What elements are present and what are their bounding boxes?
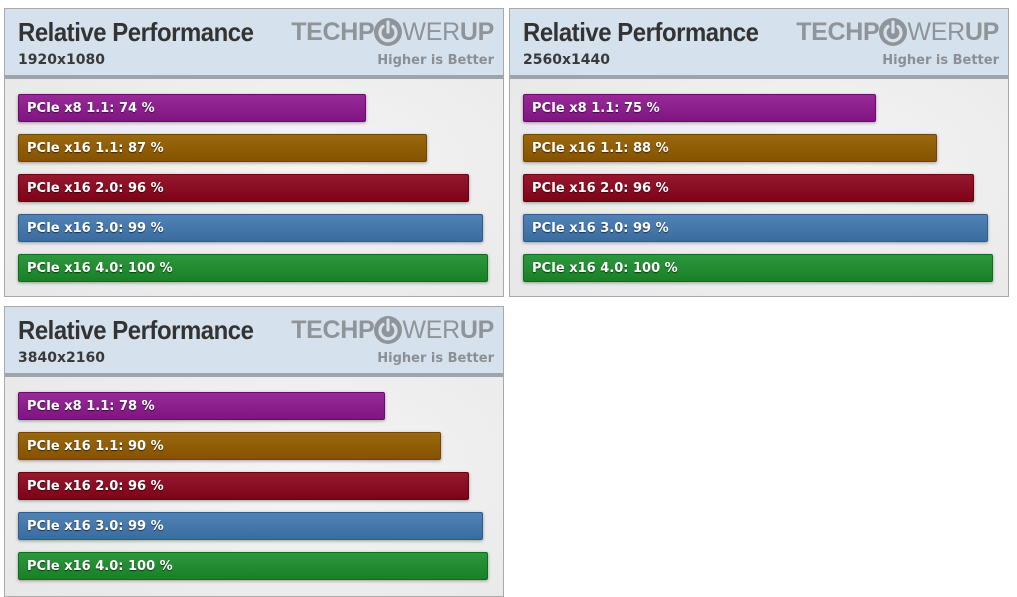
- logo-text-left: TECHP: [291, 17, 375, 46]
- logo-text-middle: WER: [402, 17, 460, 46]
- power-icon: [879, 18, 908, 46]
- bar-pcie-x16-4-0: PCIe x16 4.0: 100 %: [18, 254, 488, 282]
- bar-label: PCIe x16 1.1: 88 %: [532, 141, 669, 156]
- techpowerup-logo: TECHP WER UP: [291, 315, 494, 345]
- power-icon: [374, 18, 403, 46]
- chart-subtitle: 1920x1080: [18, 52, 105, 68]
- chart-header: Relative Performance 2560x1440 TECHP WER…: [510, 9, 1008, 79]
- bar-pcie-x16-2-0: PCIe x16 2.0: 96 %: [18, 472, 469, 500]
- bar-label: PCIe x16 2.0: 96 %: [27, 181, 164, 196]
- logo-text-end: UP: [459, 17, 494, 46]
- bar-label: PCIe x16 3.0: 99 %: [27, 519, 164, 534]
- chart-tagline: Higher is Better: [377, 53, 494, 68]
- chart-tagline: Higher is Better: [377, 351, 494, 366]
- bar-pcie-x16-3-0: PCIe x16 3.0: 99 %: [523, 214, 988, 242]
- techpowerup-logo: TECHP WER UP: [291, 17, 494, 47]
- chart-panel-1920x1080: Relative Performance 1920x1080 TECHP WER…: [4, 8, 504, 297]
- bar-pcie-x16-1-1: PCIe x16 1.1: 87 %: [18, 134, 427, 162]
- bar-pcie-x8-1-1: PCIe x8 1.1: 74 %: [18, 94, 366, 122]
- bar-label: PCIe x8 1.1: 78 %: [27, 399, 155, 414]
- bar-pcie-x8-1-1: PCIe x8 1.1: 75 %: [523, 94, 876, 122]
- bar-pcie-x8-1-1: PCIe x8 1.1: 78 %: [18, 392, 385, 420]
- bar-label: PCIe x8 1.1: 75 %: [532, 101, 660, 116]
- chart-title: Relative Performance: [18, 17, 254, 47]
- bar-pcie-x16-3-0: PCIe x16 3.0: 99 %: [18, 512, 483, 540]
- bar-label: PCIe x16 1.1: 90 %: [27, 439, 164, 454]
- bar-label: PCIe x16 2.0: 96 %: [27, 479, 164, 494]
- chart-title: Relative Performance: [18, 315, 254, 345]
- chart-title: Relative Performance: [523, 17, 759, 47]
- bar-label: PCIe x16 4.0: 100 %: [27, 559, 173, 574]
- bar-label: PCIe x16 1.1: 87 %: [27, 141, 164, 156]
- logo-text-left: TECHP: [291, 315, 375, 344]
- logo-text-middle: WER: [907, 17, 965, 46]
- logo-text-middle: WER: [402, 315, 460, 344]
- chart-panel-2560x1440: Relative Performance 2560x1440 TECHP WER…: [509, 8, 1009, 297]
- power-icon: [374, 316, 403, 344]
- chart-header: Relative Performance 1920x1080 TECHP WER…: [5, 9, 503, 79]
- bar-pcie-x16-1-1: PCIe x16 1.1: 88 %: [523, 134, 937, 162]
- chart-tagline: Higher is Better: [882, 53, 999, 68]
- bar-label: PCIe x16 4.0: 100 %: [532, 261, 678, 276]
- chart-header: Relative Performance 3840x2160 TECHP WER…: [5, 307, 503, 377]
- techpowerup-logo: TECHP WER UP: [796, 17, 999, 47]
- bar-label: PCIe x16 3.0: 99 %: [27, 221, 164, 236]
- bar-pcie-x16-4-0: PCIe x16 4.0: 100 %: [18, 552, 488, 580]
- bar-label: PCIe x8 1.1: 74 %: [27, 101, 155, 116]
- logo-text-end: UP: [964, 17, 999, 46]
- bar-pcie-x16-2-0: PCIe x16 2.0: 96 %: [523, 174, 974, 202]
- bar-pcie-x16-3-0: PCIe x16 3.0: 99 %: [18, 214, 483, 242]
- bar-pcie-x16-2-0: PCIe x16 2.0: 96 %: [18, 174, 469, 202]
- bar-pcie-x16-4-0: PCIe x16 4.0: 100 %: [523, 254, 993, 282]
- bar-label: PCIe x16 4.0: 100 %: [27, 261, 173, 276]
- logo-text-left: TECHP: [796, 17, 880, 46]
- chart-subtitle: 3840x2160: [18, 350, 105, 366]
- chart-subtitle: 2560x1440: [523, 52, 610, 68]
- logo-text-end: UP: [459, 315, 494, 344]
- bar-label: PCIe x16 3.0: 99 %: [532, 221, 669, 236]
- chart-panel-3840x2160: Relative Performance 3840x2160 TECHP WER…: [4, 306, 504, 597]
- bar-label: PCIe x16 2.0: 96 %: [532, 181, 669, 196]
- bar-pcie-x16-1-1: PCIe x16 1.1: 90 %: [18, 432, 441, 460]
